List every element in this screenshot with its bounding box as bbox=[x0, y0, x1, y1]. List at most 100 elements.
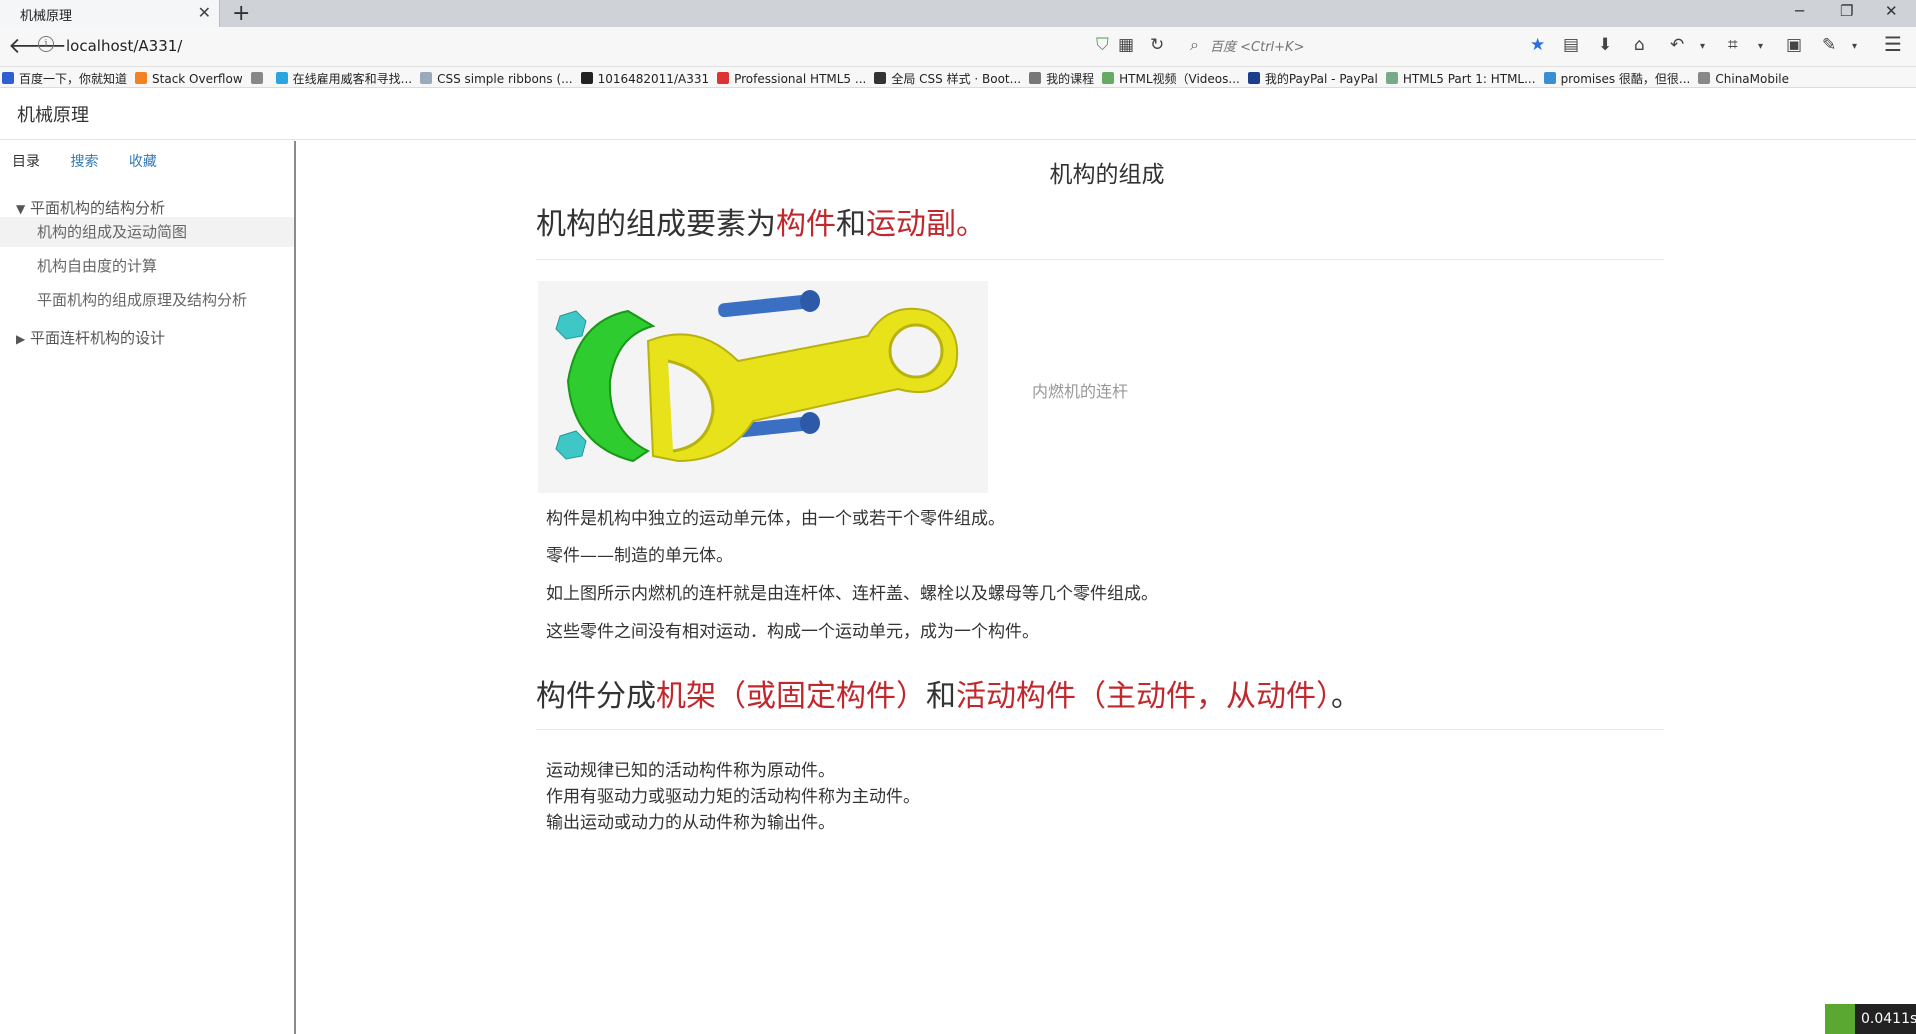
window-close-icon[interactable]: ✕ bbox=[1885, 2, 1898, 20]
tree-group-linkage-design[interactable]: ▶ 平面连杆机构的设计 bbox=[16, 327, 165, 348]
bookmark-item[interactable]: 百度一下，你就知道 bbox=[0, 67, 133, 87]
bookmark-item[interactable]: Professional HTML5 ... bbox=[715, 69, 872, 86]
image-icon[interactable]: ▣ bbox=[1786, 35, 1802, 55]
sidebar: 目录 搜索 收藏 ▼ 平面机构的结构分析 机构的组成及运动简图 机构自由度的计算 … bbox=[0, 141, 296, 1034]
dropdown-icon[interactable]: ▾ bbox=[1700, 41, 1705, 52]
tree-item-dof[interactable]: 机构自由度的计算 bbox=[0, 251, 294, 281]
tree-group-label: 平面连杆机构的设计 bbox=[30, 329, 166, 347]
bookmark-item[interactable]: HTML视频（Videos... bbox=[1100, 67, 1246, 87]
tree-group-structure-analysis[interactable]: ▼ 平面机构的结构分析 bbox=[16, 197, 165, 218]
bookmark-label: HTML视频（Videos... bbox=[1119, 72, 1240, 86]
restore-icon[interactable]: ❐ bbox=[1840, 2, 1853, 20]
home-icon[interactable]: ⌂ bbox=[1634, 35, 1645, 55]
paragraph: 如上图所示内燃机的连杆就是由连杆体、连杆盖、螺栓以及螺母等几个零件组成。 bbox=[546, 584, 1158, 604]
paragraph: 输出运动或动力的从动件称为输出件。 bbox=[546, 813, 835, 833]
tab-contents[interactable]: 目录 bbox=[12, 151, 40, 171]
main-content: 机构的组成 机构的组成要素为构件和运动副。 内燃机的连杆 构件是机构中独立的运动… bbox=[298, 141, 1916, 1034]
heading-text: 构件分成 bbox=[536, 679, 656, 714]
pen-icon[interactable]: ✎ bbox=[1822, 35, 1836, 55]
caret-down-icon: ▼ bbox=[16, 202, 26, 216]
qr-code-icon[interactable]: ▦ bbox=[1118, 35, 1134, 55]
bookmark-label: ChinaMobile bbox=[1715, 72, 1790, 86]
bookmark-label: 百度一下，你就知道 bbox=[19, 72, 128, 86]
bookmark-favicon-icon bbox=[1247, 72, 1260, 84]
page-title: 机构的组成 bbox=[1049, 162, 1165, 188]
bookmark-label: HTML5 Part 1: HTML... bbox=[1402, 72, 1536, 86]
browser-tab-strip: 机械原理 ✕ + ─ ❐ ✕ bbox=[0, 0, 1916, 27]
undo-icon[interactable]: ↶ bbox=[1670, 35, 1684, 55]
leaf-icon bbox=[1825, 1004, 1855, 1034]
heading-text: 。 bbox=[1331, 679, 1361, 714]
bookmarks-bar: 百度一下，你就知道 Stack Overflow 在线雇用威客和寻找... CSS s… bbox=[0, 67, 1916, 88]
browser-tab[interactable]: 机械原理 ✕ bbox=[0, 0, 220, 27]
download-icon[interactable]: ⬇ bbox=[1598, 35, 1612, 55]
connecting-rod-image bbox=[538, 281, 988, 493]
tab-search[interactable]: 搜索 bbox=[70, 151, 98, 171]
bookmark-star-icon[interactable]: ★ bbox=[1530, 35, 1545, 55]
dropdown-icon-2[interactable]: ▾ bbox=[1758, 41, 1763, 52]
bookmark-favicon-icon bbox=[135, 72, 148, 84]
search-icon: ⌕ bbox=[1190, 35, 1199, 54]
bookmark-favicon-icon bbox=[1698, 72, 1711, 84]
tree-item-composition[interactable]: 机构的组成及运动简图 bbox=[0, 217, 294, 247]
tree-item-composition-principle[interactable]: 平面机构的组成原理及结构分析 bbox=[0, 285, 294, 315]
paragraph: 零件——制造的单元体。 bbox=[546, 546, 733, 566]
bookmark-favicon-icon bbox=[874, 72, 887, 84]
crop-icon[interactable]: ⌗ bbox=[1728, 35, 1738, 55]
bookmark-label: 1016482011/A331 bbox=[597, 72, 710, 86]
heading-text: 和 bbox=[926, 679, 956, 714]
bookmark-favicon-icon bbox=[1102, 72, 1115, 84]
navigation-bar: 🡐 i localhost/A331/ ⛉ ▦ ↻ ⌕ ★ ▤ ⬇ ⌂ ↶ ▾ … bbox=[0, 27, 1916, 67]
app-header: 机械原理 bbox=[0, 88, 1916, 140]
paragraph: 运动规律已知的活动构件称为原动件。 bbox=[546, 761, 835, 781]
paragraph: 这些零件之间没有相对运动．构成一个运动单元，成为一个构件。 bbox=[546, 622, 1039, 642]
divider bbox=[536, 259, 1664, 260]
bookmark-item[interactable]: 我的课程 bbox=[1027, 67, 1100, 87]
bookmark-item[interactable]: 我的PayPal - PayPal bbox=[1246, 67, 1384, 87]
figure-caption: 内燃机的连杆 bbox=[1032, 382, 1129, 401]
close-tab-icon[interactable]: ✕ bbox=[198, 3, 211, 22]
sidebar-tabs: 目录 搜索 收藏 bbox=[12, 151, 183, 171]
reload-icon[interactable]: ↻ bbox=[1150, 35, 1164, 55]
bookmark-item[interactable] bbox=[249, 69, 274, 86]
bookmark-favicon-icon bbox=[1543, 72, 1556, 84]
bookmark-favicon-icon bbox=[420, 72, 433, 84]
bookmark-favicon-icon bbox=[580, 72, 593, 84]
tab-favorites[interactable]: 收藏 bbox=[129, 151, 157, 171]
search-box[interactable]: ⌕ bbox=[1190, 35, 1420, 59]
reading-list-icon[interactable]: ▤ bbox=[1563, 35, 1579, 55]
bookmark-favicon-icon bbox=[250, 72, 263, 84]
bookmark-item[interactable]: Stack Overflow bbox=[133, 69, 249, 86]
bookmark-favicon-icon bbox=[1029, 72, 1042, 84]
bookmark-item[interactable]: HTML5 Part 1: HTML... bbox=[1384, 69, 1542, 86]
timer-value: 0.0411s bbox=[1861, 1011, 1916, 1027]
bookmark-favicon-icon bbox=[2, 72, 14, 84]
bookmark-item[interactable]: 在线雇用威客和寻找... bbox=[274, 67, 418, 87]
bookmark-label: 在线雇用威客和寻找... bbox=[292, 72, 413, 86]
info-icon[interactable]: i bbox=[38, 36, 54, 52]
paragraph: 构件是机构中独立的运动单元体，由一个或若干个零件组成。 bbox=[546, 509, 1005, 529]
bookmark-label: 我的PayPal - PayPal bbox=[1264, 72, 1378, 86]
bookmark-item[interactable]: 全局 CSS 样式 · Boot... bbox=[872, 67, 1027, 87]
bookmark-favicon-icon bbox=[1385, 72, 1398, 84]
heading-highlight: 构件 bbox=[776, 207, 836, 242]
bookmark-label: Stack Overflow bbox=[152, 72, 243, 86]
bookmark-label: promises 很酷，但很... bbox=[1560, 72, 1691, 86]
heading-text: 和 bbox=[836, 207, 866, 242]
shield-icon[interactable]: ⛉ bbox=[1096, 35, 1109, 55]
heading-classification: 构件分成机架（或固定构件）和活动构件（主动件，从动件）。 bbox=[536, 671, 1361, 715]
bookmark-item[interactable]: ChinaMobile bbox=[1696, 69, 1795, 86]
bookmark-favicon-icon bbox=[275, 72, 288, 84]
bookmark-item[interactable]: CSS simple ribbons (... bbox=[418, 69, 579, 86]
new-tab-icon[interactable]: + bbox=[232, 1, 250, 26]
bookmark-item[interactable]: 1016482011/A331 bbox=[579, 69, 716, 86]
bookmark-item[interactable]: promises 很酷，但很... bbox=[1542, 67, 1697, 87]
menu-icon[interactable]: ☰ bbox=[1884, 32, 1902, 56]
tab-title: 机械原理 bbox=[20, 9, 73, 24]
minimize-icon[interactable]: ─ bbox=[1795, 2, 1804, 20]
search-input[interactable] bbox=[1210, 36, 1410, 58]
url-bar[interactable]: localhost/A331/ bbox=[66, 37, 182, 55]
heading-highlight: 运动副。 bbox=[866, 207, 986, 242]
dropdown-icon-3[interactable]: ▾ bbox=[1852, 41, 1857, 52]
heading-highlight: 活动构件（主动件，从动件） bbox=[956, 679, 1331, 714]
